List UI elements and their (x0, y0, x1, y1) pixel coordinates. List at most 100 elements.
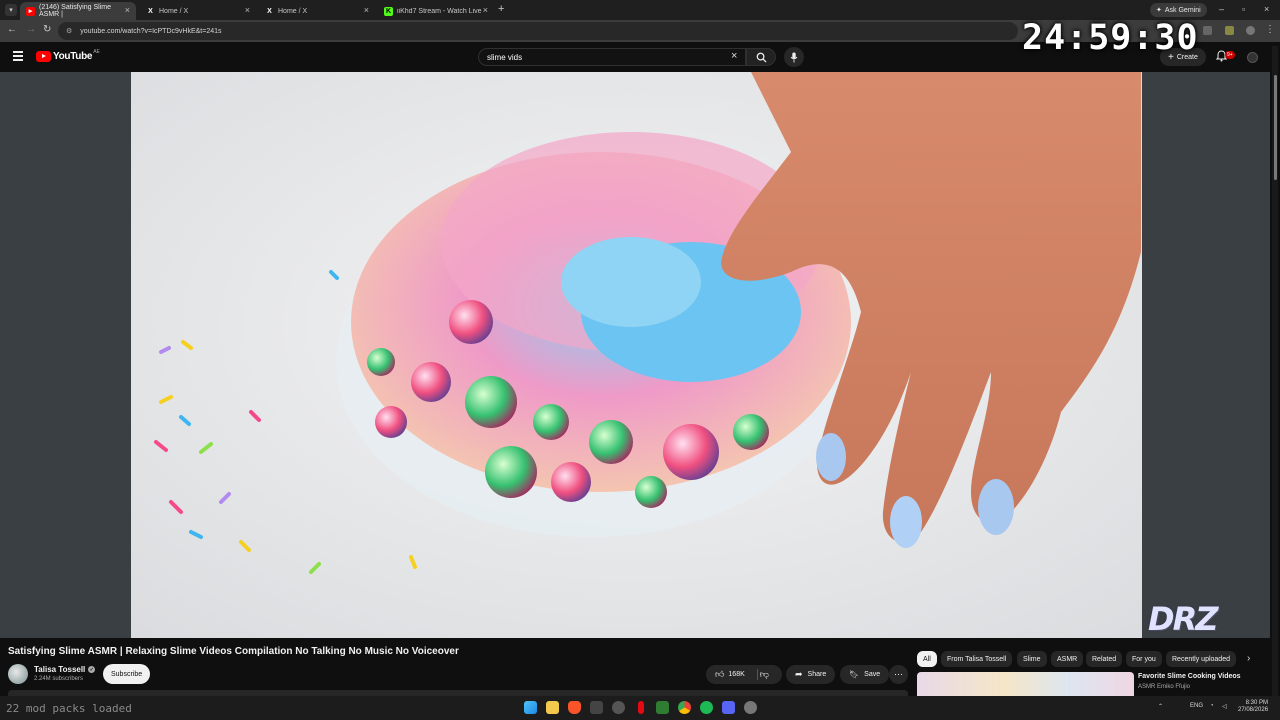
chip-slime[interactable]: Slime (1017, 651, 1047, 667)
system-date: 27/08/2026 (1238, 707, 1269, 713)
ask-gemini-button[interactable]: ✦ Ask Gemini (1150, 3, 1207, 17)
share-label: Share (807, 671, 827, 678)
recommended-video-title[interactable]: Favorite Slime Cooking Videos (1138, 673, 1241, 680)
tab-x-home-2[interactable]: X Home / X × (259, 2, 375, 20)
like-button[interactable]: 👍︎ 168K (715, 669, 745, 680)
channel-avatar[interactable] (8, 664, 28, 684)
mod-packs-status: 22 mod packs loaded (6, 702, 132, 715)
video-title: Satisfying Slime ASMR | Relaxing Slime V… (8, 646, 459, 657)
extensions-icon[interactable] (1203, 26, 1212, 35)
microphone-icon (790, 52, 798, 62)
dislike-button[interactable]: 👎︎ (760, 669, 769, 680)
input-language[interactable]: ENG (1190, 703, 1203, 709)
kick-favicon-icon: K (384, 6, 393, 16)
like-dislike-group: 👍︎ 168K 👎︎ (706, 665, 782, 684)
stream-clock-overlay: 24:59:30 (1022, 18, 1199, 58)
profile-icon[interactable] (1246, 26, 1255, 35)
app-icon[interactable] (612, 701, 625, 714)
tab-search-icon[interactable]: ▾ (5, 4, 17, 16)
share-arrow-icon: ➦ (795, 669, 803, 679)
tab-close-icon[interactable]: × (482, 5, 488, 15)
browser-tab-bar: ▾ ▸ (2146) Satisfying Slime ASMR | × X H… (0, 0, 1280, 20)
stream-overlay-logo: DRZ (1148, 600, 1218, 638)
tab-x-home-1[interactable]: X Home / X × (140, 2, 256, 20)
share-button[interactable]: ➦ Share (786, 665, 836, 684)
chevron-right-icon[interactable]: › (1247, 653, 1250, 664)
subscriber-count: 2.24M subscribers (34, 676, 84, 682)
browser-menu-icon[interactable]: ⋮ (1265, 24, 1275, 35)
app-icon[interactable] (744, 701, 757, 714)
chip-related[interactable]: Related (1086, 651, 1123, 667)
chip-from-channel[interactable]: From Talisa Tossell (941, 651, 1013, 667)
new-tab-icon[interactable]: + (498, 3, 504, 15)
clear-search-icon[interactable]: × (731, 50, 737, 62)
system-clock[interactable]: 8:30 PM 27/08/2026 (1238, 700, 1268, 714)
tab-label: (2146) Satisfying Slime ASMR | (39, 4, 111, 18)
windows-start-icon[interactable] (524, 701, 537, 714)
chip-for-you[interactable]: For you (1126, 651, 1162, 667)
site-info-icon[interactable]: ⚙ (66, 27, 72, 35)
wifi-icon[interactable]: ◔ (1210, 703, 1214, 709)
youtube-favicon-icon: ▸ (26, 6, 35, 16)
chrome-icon[interactable] (678, 701, 691, 714)
like-count: 168K (728, 671, 745, 678)
app-icon[interactable] (656, 701, 669, 714)
account-avatar[interactable] (1247, 52, 1258, 63)
forward-icon[interactable]: → (26, 24, 36, 35)
video-frame[interactable] (131, 72, 1142, 638)
voice-search-button[interactable] (784, 47, 804, 67)
file-explorer-icon[interactable] (546, 701, 559, 714)
ask-gemini-label: Ask Gemini (1164, 6, 1201, 14)
recommended-video-thumbnail[interactable] (917, 672, 1134, 696)
address-bar[interactable]: ⚙ youtube.com/watch?v=IcPTDc9vHkE&t=241s (58, 22, 1018, 40)
brave-browser-icon[interactable] (568, 701, 581, 714)
spotify-icon[interactable] (700, 701, 713, 714)
scrollbar-thumb[interactable] (1274, 75, 1277, 180)
app-icon[interactable] (590, 701, 603, 714)
gemini-sparkle-icon: ✦ (1156, 7, 1162, 14)
back-icon[interactable]: ← (7, 24, 17, 35)
thumbs-down-icon: 👎︎ (759, 669, 769, 679)
save-label: Save (864, 671, 881, 678)
minimize-icon[interactable]: – (1219, 4, 1224, 14)
discord-icon[interactable] (722, 701, 735, 714)
chip-recently-uploaded[interactable]: Recently uploaded (1166, 651, 1236, 667)
tray-chevron-icon[interactable]: ⌃ (1158, 703, 1163, 710)
extension-icon[interactable] (1225, 26, 1234, 35)
tab-close-icon[interactable]: × (364, 5, 369, 15)
search-button[interactable] (746, 48, 776, 66)
tab-kick-stream[interactable]: K iiKhd7 Stream - Watch Live on × (378, 2, 494, 20)
volume-icon[interactable]: ◁ (1222, 703, 1227, 710)
more-actions-button[interactable]: ⋯ (889, 665, 908, 684)
verified-check-icon: ✓ (88, 666, 96, 673)
tab-close-icon[interactable]: × (125, 5, 130, 15)
reload-icon[interactable]: ↻ (43, 24, 51, 35)
channel-name-text: Talisa Tossell (34, 665, 86, 674)
notification-count-badge: 9+ (1225, 51, 1235, 59)
thumbs-up-icon: 👍︎ (715, 669, 725, 679)
tab-label: Home / X (278, 7, 308, 15)
search-value: slime vids (487, 52, 523, 62)
search-input[interactable]: slime vids (478, 48, 746, 66)
channel-name[interactable]: Talisa Tossell ✓ (34, 665, 96, 674)
maximize-icon[interactable]: ▫ (1242, 4, 1245, 14)
chip-all[interactable]: All (917, 651, 937, 667)
like-divider (757, 669, 758, 680)
netflix-icon[interactable] (638, 701, 644, 714)
chip-asmr[interactable]: ASMR (1051, 651, 1084, 667)
search-icon (756, 52, 767, 63)
youtube-logo[interactable]: YouTube AE (36, 49, 100, 62)
save-button[interactable]: 🔖︎ Save (840, 665, 890, 684)
system-time: 8:30 PM (1245, 700, 1269, 706)
youtube-wordmark: YouTube (53, 51, 93, 62)
subscribe-button[interactable]: Subscribe (103, 664, 151, 684)
url-text: youtube.com/watch?v=IcPTDc9vHkE&t=241s (80, 27, 222, 35)
youtube-play-icon (36, 51, 51, 62)
tab-youtube[interactable]: ▸ (2146) Satisfying Slime ASMR | × (20, 2, 136, 20)
tab-label: iiKhd7 Stream - Watch Live on (397, 7, 488, 15)
bookmark-icon: 🔖︎ (849, 670, 860, 679)
tab-label: Home / X (159, 7, 189, 15)
tab-close-icon[interactable]: × (245, 5, 250, 15)
window-close-icon[interactable]: × (1264, 4, 1269, 14)
guide-menu-icon[interactable] (13, 51, 23, 61)
